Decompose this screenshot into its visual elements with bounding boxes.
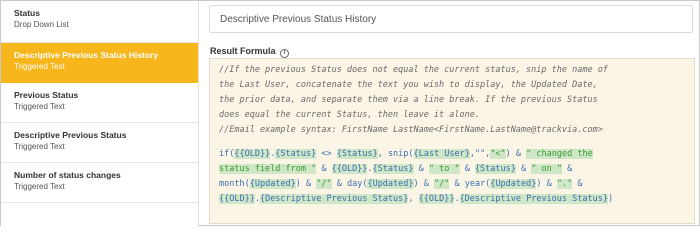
info-circle-icon[interactable]: i (280, 49, 290, 58)
code-token: " changed the (526, 149, 593, 159)
sidebar-item-number-of-status-changes[interactable]: Number of status changes Triggered Text (1, 163, 198, 203)
code-token: <> (316, 149, 337, 159)
code-token: status field from " (219, 164, 317, 174)
code-line: status field from " & {{OLD}}.{Status} &… (219, 162, 691, 177)
code-token: ) (607, 194, 614, 204)
comment-line: does equal the current Status, then leav… (219, 110, 480, 120)
code-token: {{OLD}} (234, 149, 271, 159)
code-token: ,"", (469, 149, 491, 159)
formula-editor[interactable]: //If the previous Status does not equal … (209, 58, 695, 224)
code-token: {{OLD}} (219, 194, 255, 204)
code-token: & (572, 179, 583, 189)
code-token: & day( (331, 179, 368, 189)
sidebar-item-descriptive-previous-status[interactable]: Descriptive Previous Status Triggered Te… (1, 123, 198, 163)
sidebar-item-type: Triggered Text (14, 102, 65, 111)
code-token: ) & (505, 149, 527, 159)
sidebar-item-previous-status[interactable]: Previous Status Triggered Text (1, 83, 198, 123)
code-line: {{OLD}}.{Descriptive Previous Status}, {… (219, 192, 691, 207)
code-token: & (459, 164, 475, 174)
field-list-sidebar: Status Drop Down List Descriptive Previo… (1, 1, 199, 227)
code-token: . (454, 194, 460, 204)
code-token: {Updated} (249, 179, 296, 189)
sidebar-item-descriptive-previous-status-history[interactable]: Descriptive Previous Status History Trig… (1, 43, 198, 83)
sidebar-item-type: Triggered Text (14, 182, 65, 191)
window: Status Drop Down List Descriptive Previo… (0, 0, 700, 227)
code-token: " to " (428, 164, 460, 174)
sidebar-item-name: Descriptive Previous Status History (14, 50, 159, 60)
sidebar-item-status[interactable]: Status Drop Down List (1, 1, 198, 43)
field-editor-panel: Descriptive Previous Status History Resu… (200, 1, 699, 227)
comment-line: //If the previous Status does not equal … (219, 65, 608, 75)
code-token: ) & (536, 179, 557, 189)
code-token: & (413, 164, 429, 174)
code-token: . (367, 164, 373, 174)
code-token: & year( (449, 179, 491, 189)
code-token: ) & (413, 179, 434, 189)
comment-line: the prior data, and separate them via a … (219, 95, 598, 105)
code-token: month( (219, 179, 250, 189)
code-token: "/" (434, 179, 450, 189)
code-line: if({{OLD}}.{Status} <> {Status}, snip({L… (219, 147, 691, 162)
code-token: {Updated} (367, 179, 414, 189)
code-token: & (316, 164, 332, 174)
comment-line: the Last User, concatenate the text you … (219, 80, 598, 90)
code-token: "/" (316, 179, 332, 189)
code-token: ) & (295, 179, 317, 189)
code-token: if( (219, 149, 235, 159)
sidebar-item-type: Drop Down List (14, 20, 69, 29)
sidebar-item-name: Descriptive Previous Status (14, 130, 127, 140)
code-token: , snip( (377, 149, 414, 159)
code-token: {{OLD}} (331, 164, 368, 174)
code-token: {Last User} (413, 149, 470, 159)
sidebar-item-name: Previous Status (14, 90, 79, 100)
code-token: {Descriptive Previous Status} (459, 194, 608, 204)
code-token: , (408, 194, 419, 204)
code-token: "." (556, 179, 573, 189)
comment-line: //Email example syntax: FirstName LastNa… (219, 125, 603, 135)
code-token: & (561, 164, 573, 174)
code-token: {Status} (372, 164, 414, 174)
code-token: "<" (490, 149, 506, 159)
sidebar-item-type: Triggered Text (14, 62, 65, 71)
field-name-input[interactable]: Descriptive Previous Status History (209, 5, 693, 33)
code-token: {Status} (336, 149, 378, 159)
code-token: {Status} (275, 149, 317, 159)
code-token: {Status} (474, 164, 516, 174)
result-formula-label: Result Formula i (210, 45, 290, 58)
code-token: & (515, 164, 532, 174)
code-token: " on " (531, 164, 562, 174)
sidebar-item-type: Triggered Text (14, 142, 65, 151)
code-token: {Updated} (490, 179, 537, 189)
code-line: month({Updated}) & "/" & day({Updated}) … (219, 177, 691, 192)
sidebar-item-name: Status (14, 8, 40, 18)
code-token: {Descriptive Previous Status} (259, 194, 409, 204)
code-token: {{OLD}} (418, 194, 455, 204)
sidebar-item-name: Number of status changes (14, 170, 121, 180)
result-formula-label-text: Result Formula (210, 46, 276, 56)
